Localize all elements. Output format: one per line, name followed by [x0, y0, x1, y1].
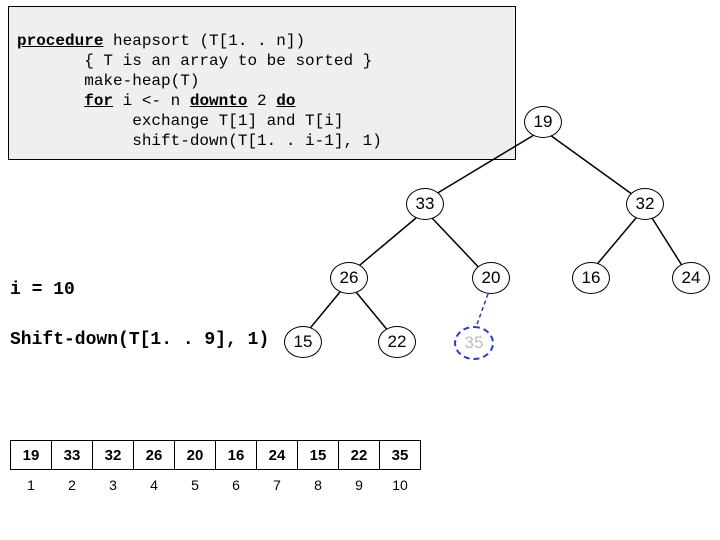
kw-downto: downto: [190, 92, 248, 110]
arr-v-7: 24: [257, 441, 298, 470]
pseudocode-box: procedure heapsort (T[1. . n]) { T is an…: [8, 6, 516, 160]
tree-node-9: 22: [378, 326, 416, 358]
code-l6: shift-down(T[1. . i-1], 1): [17, 132, 382, 150]
kw-for: for: [84, 92, 113, 110]
tree-node-5: 20: [472, 262, 510, 294]
arr-v-3: 32: [93, 441, 134, 470]
state-i: i = 10: [10, 280, 75, 300]
arr-v-4: 26: [134, 441, 175, 470]
arr-v-6: 16: [216, 441, 257, 470]
code-l3: make-heap(T): [17, 72, 199, 90]
tree-node-8: 15: [284, 326, 322, 358]
tree-node-2: 33: [406, 188, 444, 220]
array-index-row: 1 2 3 4 5 6 7 8 9 10: [11, 470, 421, 500]
tree-node-6: 16: [572, 262, 610, 294]
code-l4a: [17, 92, 84, 110]
tree-node-1: 19: [524, 106, 562, 138]
tree-node-7: 24: [672, 262, 710, 294]
arr-i-4: 4: [134, 470, 175, 500]
tree-node-10-removed: 35: [454, 326, 494, 360]
arr-i-1: 1: [11, 470, 52, 500]
code-l5: exchange T[1] and T[i]: [17, 112, 343, 130]
arr-v-10: 35: [380, 441, 421, 470]
arr-i-2: 2: [52, 470, 93, 500]
tree-node-3: 32: [626, 188, 664, 220]
code-l4e: 2: [247, 92, 276, 110]
arr-i-10: 10: [380, 470, 421, 500]
code-l1: heapsort (T[1. . n]): [103, 32, 305, 50]
arr-i-9: 9: [339, 470, 380, 500]
arr-v-1: 19: [11, 441, 52, 470]
kw-procedure: procedure: [17, 32, 103, 50]
arr-v-5: 20: [175, 441, 216, 470]
code-l2: { T is an array to be sorted }: [17, 52, 372, 70]
code-l4c: i <- n: [113, 92, 190, 110]
tree-node-4: 26: [330, 262, 368, 294]
state-call: Shift-down(T[1. . 9], 1): [10, 330, 269, 350]
arr-v-8: 15: [298, 441, 339, 470]
arr-i-5: 5: [175, 470, 216, 500]
arr-i-7: 7: [257, 470, 298, 500]
arr-i-6: 6: [216, 470, 257, 500]
array-values-row: 19 33 32 26 20 16 24 15 22 35: [11, 441, 421, 470]
arr-i-8: 8: [298, 470, 339, 500]
kw-do: do: [276, 92, 295, 110]
arr-v-9: 22: [339, 441, 380, 470]
arr-i-3: 3: [93, 470, 134, 500]
arr-v-2: 33: [52, 441, 93, 470]
array-table: 19 33 32 26 20 16 24 15 22 35 1 2 3 4 5 …: [10, 440, 421, 499]
